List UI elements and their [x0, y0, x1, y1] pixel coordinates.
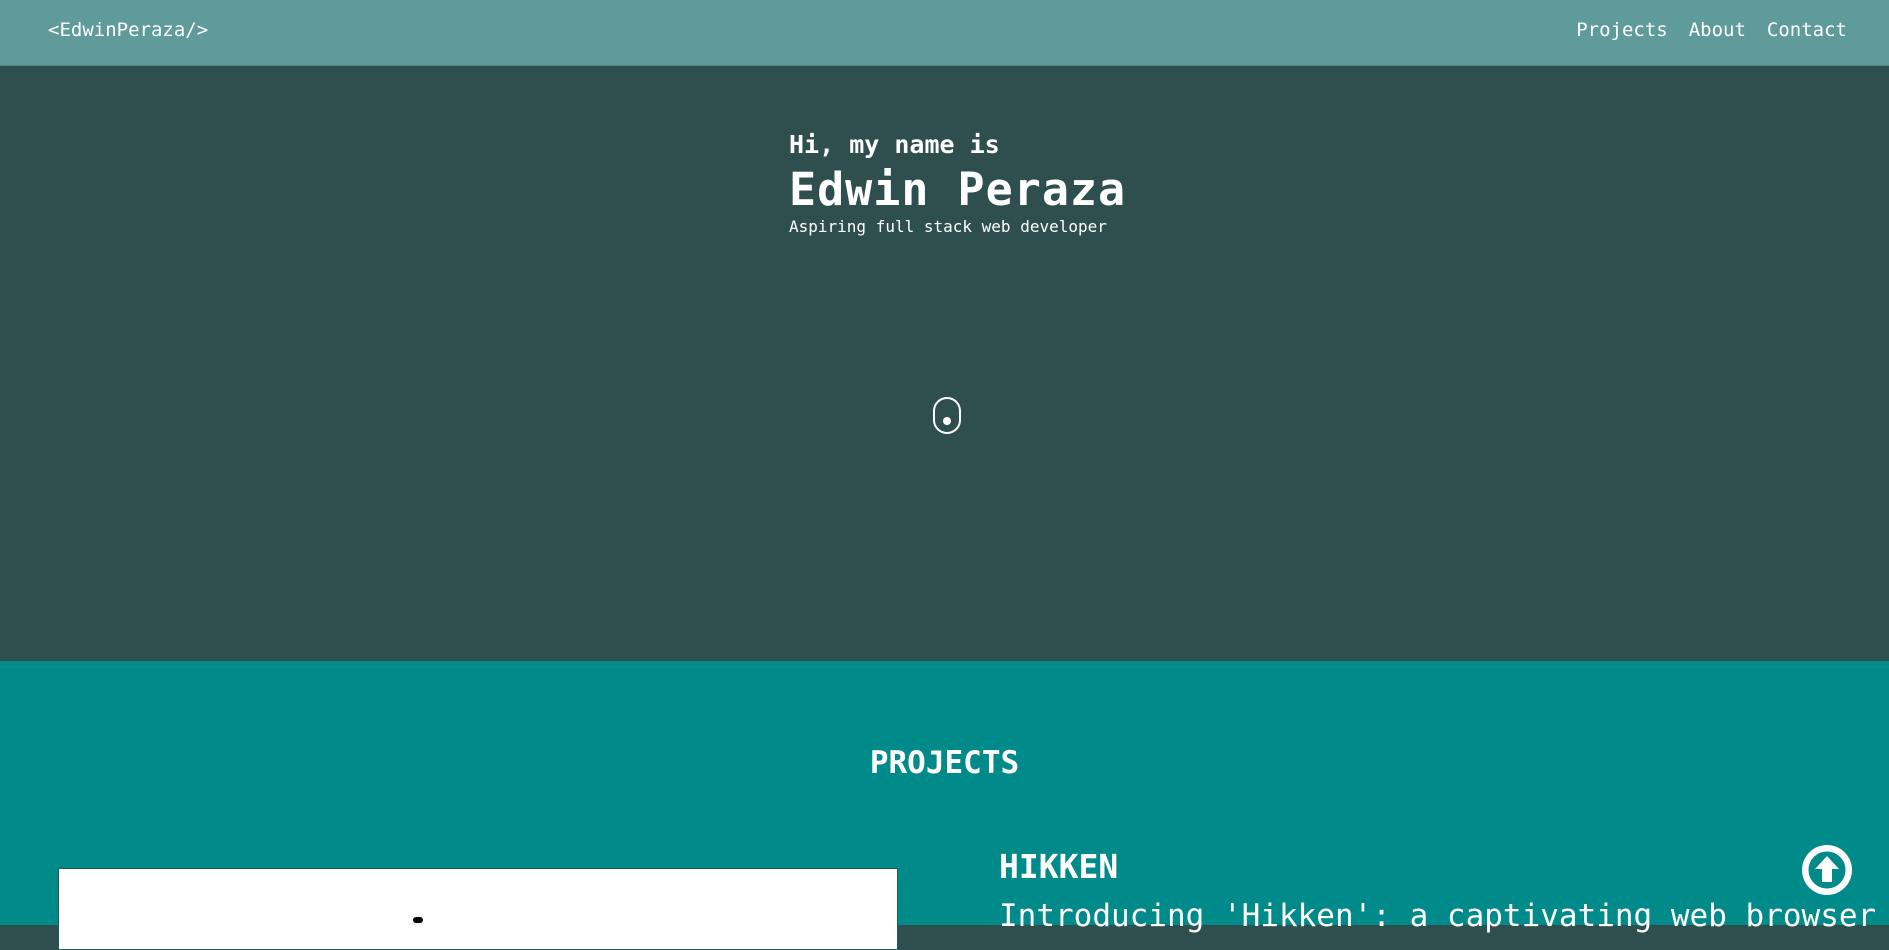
project-image-detail [413, 917, 423, 923]
top-navbar: <EdwinPeraza/> Projects About Contact [0, 0, 1889, 66]
hero-tagline: Aspiring full stack web developer [789, 217, 1107, 236]
brand-logo[interactable]: <EdwinPeraza/> [48, 19, 208, 41]
hero-greeting: Hi, my name is [789, 130, 1000, 159]
nav-links: Projects About Contact [1576, 19, 1847, 41]
hero-section: Hi, my name is Edwin Peraza Aspiring ful… [0, 66, 1889, 661]
projects-section: PROJECTS HIKKEN Introducing 'Hikken': a … [0, 661, 1889, 950]
project-description: Introducing 'Hikken': a captivating web … [999, 898, 1877, 934]
projects-heading: PROJECTS [869, 745, 1020, 781]
nav-link-contact[interactable]: Contact [1767, 19, 1847, 41]
arrow-up-circle-icon [1805, 848, 1849, 892]
hero-name: Edwin Peraza [789, 163, 1127, 216]
project-title: HIKKEN [999, 847, 1119, 886]
nav-link-about[interactable]: About [1689, 19, 1746, 41]
mouse-scroll-icon[interactable] [933, 397, 961, 434]
nav-link-projects[interactable]: Projects [1576, 19, 1668, 41]
scroll-dot [943, 417, 951, 425]
back-to-top-button[interactable] [1802, 845, 1852, 895]
project-screenshot[interactable] [58, 868, 898, 950]
